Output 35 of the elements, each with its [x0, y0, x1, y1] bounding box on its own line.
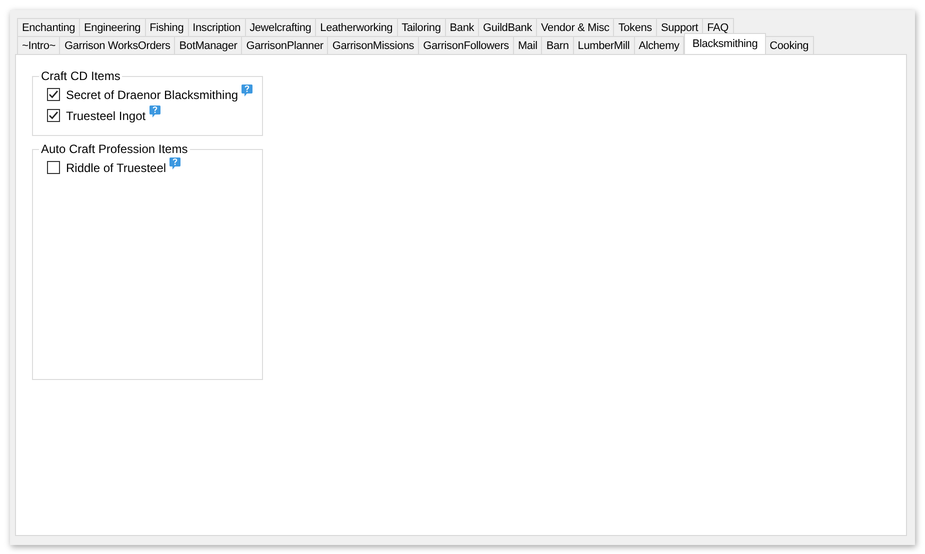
tab[interactable]: GuildBank	[479, 18, 537, 36]
tab[interactable]: Fishing	[146, 18, 189, 36]
tab[interactable]: Vendor & Misc	[537, 18, 614, 36]
tab[interactable]: Tailoring	[398, 18, 446, 36]
help-bubble-icon[interactable]	[241, 84, 254, 97]
checkbox-label[interactable]: Truesteel Ingot	[66, 109, 146, 123]
tab[interactable]: GarrisonFollowers	[419, 36, 514, 54]
tab[interactable]: Tokens	[614, 18, 657, 36]
tab[interactable]: Leatherworking	[316, 18, 398, 36]
tab[interactable]: Mail	[514, 36, 542, 54]
tab[interactable]: Engineering	[80, 18, 146, 36]
tab[interactable]: LumberMill	[574, 36, 635, 54]
tab[interactable]: Blacksmithing	[684, 33, 766, 54]
tab[interactable]: Support	[656, 18, 704, 36]
help-bubble-icon[interactable]	[169, 157, 182, 170]
tab[interactable]: ~Intro~	[17, 36, 60, 54]
tab[interactable]: Jewelcrafting	[246, 18, 316, 36]
group-title: Auto Craft Profession Items	[40, 142, 189, 156]
tab[interactable]: Garrison WorksOrders	[60, 36, 176, 54]
tab[interactable]: Bank	[446, 18, 480, 36]
checkbox[interactable]	[47, 161, 60, 174]
checkbox-label[interactable]: Secret of Draenor Blacksmithing	[66, 88, 238, 102]
tab[interactable]: Cooking	[766, 36, 814, 54]
tab[interactable]: GarrisonPlanner	[242, 36, 328, 54]
checkbox[interactable]	[47, 109, 60, 122]
checkbox[interactable]	[47, 88, 60, 101]
tab[interactable]: Inscription	[188, 18, 246, 36]
checkbox-label[interactable]: Riddle of Truesteel	[66, 161, 166, 175]
group-title: Craft CD Items	[40, 69, 122, 83]
help-bubble-icon[interactable]	[148, 105, 161, 118]
tab[interactable]: Enchanting	[17, 18, 80, 36]
tab[interactable]: BotManager	[175, 36, 242, 54]
tab[interactable]: Alchemy	[634, 36, 684, 54]
tab[interactable]: Barn	[542, 36, 574, 54]
tab[interactable]: GarrisonMissions	[328, 36, 420, 54]
